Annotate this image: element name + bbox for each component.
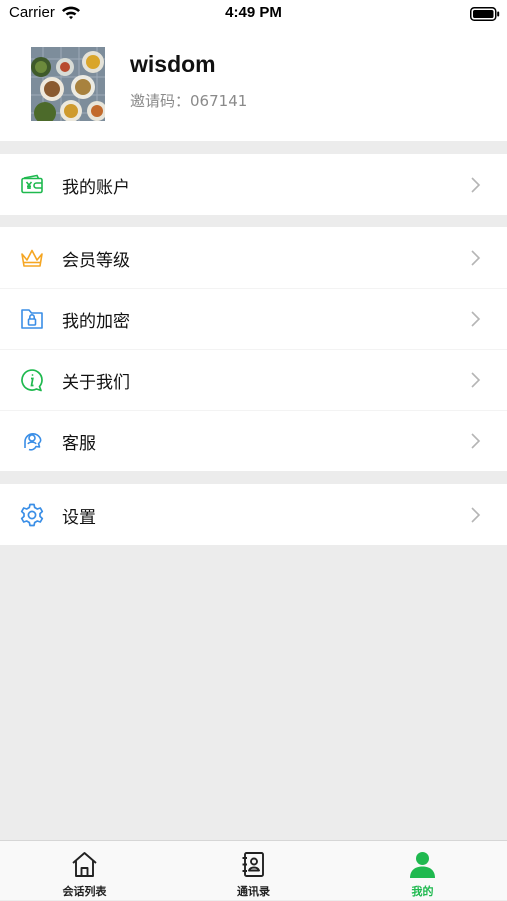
chevron-right-icon (469, 432, 481, 450)
tab-me[interactable]: 我的 (338, 841, 507, 901)
home-icon (70, 850, 99, 879)
menu-item-encryption-label: 我的加密 (62, 312, 130, 332)
chevron-right-icon (469, 176, 481, 194)
tab-contacts[interactable]: 通讯录 (169, 841, 338, 901)
tab-contacts-label: 通讯录 (237, 885, 270, 898)
chevron-right-icon (469, 506, 481, 524)
menu-item-support[interactable]: 客服 (0, 410, 507, 471)
menu-item-support-label: 客服 (62, 434, 96, 454)
avatar[interactable] (31, 47, 105, 121)
menu-section-main: 会员等级 我的加密 关于我们 客服 (0, 227, 507, 471)
menu-item-about[interactable]: 关于我们 (0, 349, 507, 410)
invite-code-row: 邀请码：067141 (130, 90, 247, 111)
wallet-icon (19, 172, 45, 198)
chevron-right-icon (469, 371, 481, 389)
tab-me-label: 我的 (411, 885, 434, 898)
profile-header[interactable]: wisdom 邀请码：067141 (0, 27, 507, 141)
chevron-right-icon (469, 249, 481, 267)
lock-folder-icon (19, 306, 45, 332)
menu-item-account-label: 我的账户 (62, 178, 130, 198)
menu-item-account[interactable]: 我的账户 (0, 154, 507, 215)
support-headset-icon (19, 428, 45, 454)
tab-conversations-label: 会话列表 (62, 885, 107, 898)
menu-item-about-label: 关于我们 (62, 373, 130, 393)
menu-item-membership-label: 会员等级 (62, 251, 130, 271)
menu-section-settings: 设置 (0, 484, 507, 545)
info-icon (19, 367, 45, 393)
invite-code-label: 邀请码： (130, 92, 191, 110)
status-bar: Carrier 4:49 PM (0, 0, 507, 27)
tab-conversations[interactable]: 会话列表 (0, 841, 169, 901)
status-time: 4:49 PM (225, 4, 282, 21)
invite-code-value: 067141 (190, 92, 248, 110)
menu-item-encryption[interactable]: 我的加密 (0, 288, 507, 349)
gear-icon (19, 502, 45, 528)
menu-item-settings[interactable]: 设置 (0, 484, 507, 545)
person-icon (408, 850, 437, 879)
menu-item-membership[interactable]: 会员等级 (0, 227, 507, 288)
menu-section-account: 我的账户 (0, 154, 507, 215)
chevron-right-icon (469, 310, 481, 328)
contacts-book-icon (239, 850, 268, 879)
crown-icon (19, 245, 45, 271)
username: wisdom (130, 51, 216, 77)
battery-icon (470, 6, 500, 25)
tab-bar: 会话列表 通讯录 我的 (0, 840, 507, 900)
menu-item-settings-label: 设置 (62, 508, 96, 528)
